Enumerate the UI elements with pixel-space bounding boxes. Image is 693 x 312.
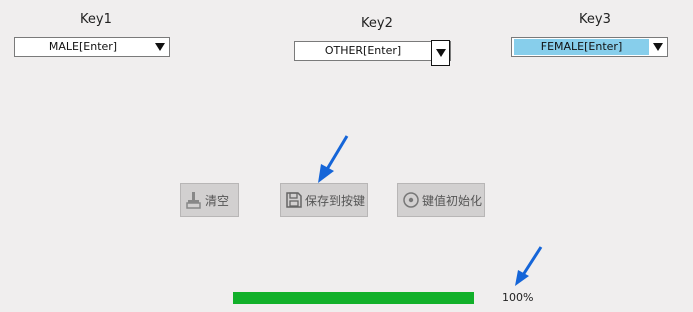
chevron-down-icon <box>155 43 165 51</box>
save-to-key-button[interactable]: 保存到按键 <box>280 183 368 217</box>
chevron-down-icon <box>653 43 663 51</box>
key2-dropdown-arrow[interactable] <box>431 40 450 66</box>
key1-dropdown-arrow[interactable] <box>151 38 169 56</box>
save-to-key-label: 保存到按键 <box>305 193 366 208</box>
reset-keys-label: 键值初始化 <box>422 193 483 208</box>
key3-value: FEMALE[Enter] <box>514 39 649 55</box>
key3-label: Key3 <box>579 12 611 27</box>
progress-percent: 100% <box>502 291 534 304</box>
key1-dropdown[interactable]: MALE[Enter] <box>14 37 170 57</box>
reset-keys-button[interactable]: 键值初始化 <box>397 183 485 217</box>
key1-value: MALE[Enter] <box>48 40 118 53</box>
annotation-arrow-icon <box>318 135 349 183</box>
key3-dropdown-arrow[interactable] <box>649 38 667 56</box>
key1-label: Key1 <box>80 12 112 27</box>
progress-bar-fill <box>233 292 474 304</box>
key2-label: Key2 <box>361 16 393 31</box>
broom-icon <box>184 190 204 210</box>
key2-value: OTHER[Enter] <box>324 44 402 57</box>
clear-button-label: 清空 <box>205 193 230 208</box>
chevron-down-icon <box>435 49 446 57</box>
annotation-arrow-icon <box>515 246 543 286</box>
key2-dropdown[interactable]: OTHER[Enter] <box>294 40 451 66</box>
clear-button[interactable]: 清空 <box>180 183 239 217</box>
key3-dropdown[interactable]: FEMALE[Enter] <box>511 37 668 57</box>
progress-bar <box>233 292 474 304</box>
disc-reset-icon <box>401 190 421 210</box>
floppy-disk-icon <box>284 190 304 210</box>
